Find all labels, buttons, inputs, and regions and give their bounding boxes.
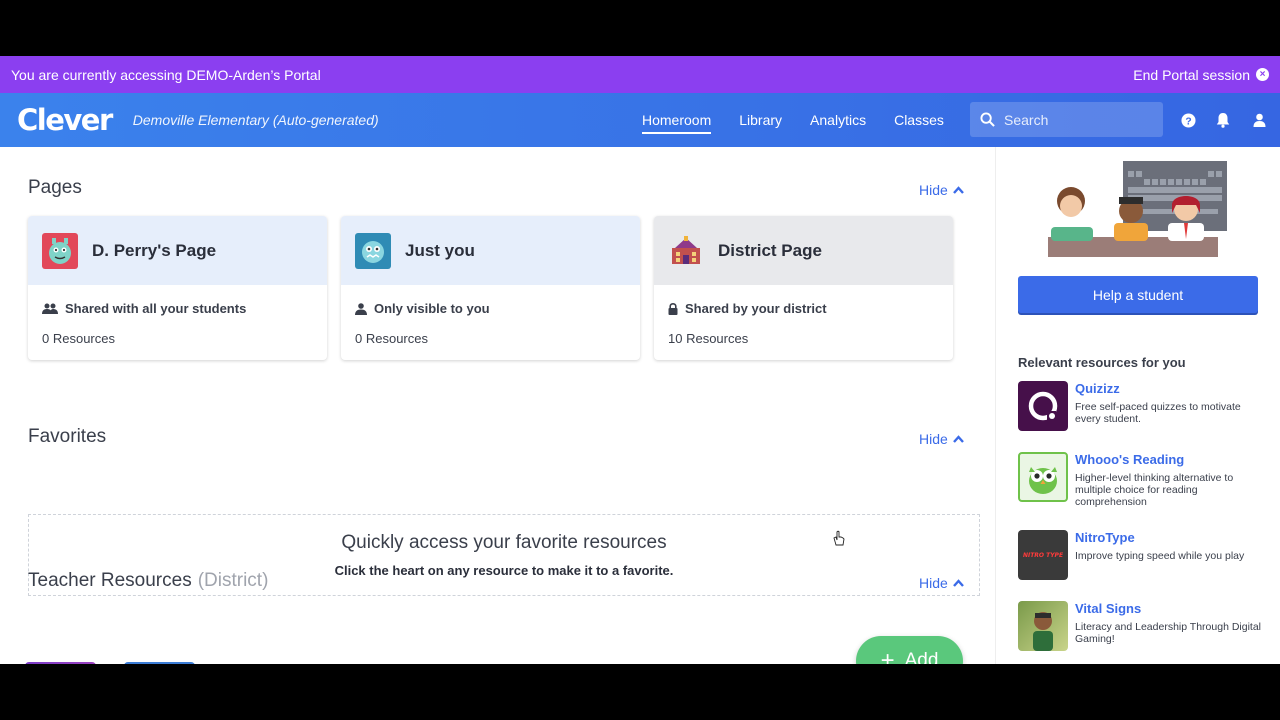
page-card-title: D. Perry's Page (92, 240, 217, 260)
clever-logo[interactable]: Clever (17, 103, 113, 137)
page-card-resources: 0 Resources (355, 331, 428, 346)
page-card-d-perry[interactable]: D. Perry's Page Shared with all your stu… (28, 216, 327, 360)
mouse-cursor-icon (833, 530, 845, 546)
end-portal-session-button[interactable]: End Portal session × (1133, 67, 1269, 83)
quizizz-logo-icon (1018, 381, 1068, 431)
search-icon (980, 112, 995, 127)
favorites-title: Favorites (28, 426, 107, 447)
page-card-just-you[interactable]: Just you Only visible to you 0 Resources (341, 216, 640, 360)
nitrotype-logo-icon: NITRO TYPE (1018, 530, 1068, 580)
monster-avatar-icon (42, 232, 78, 269)
top-navbar: Clever Demoville Elementary (Auto-genera… (0, 93, 1280, 147)
page-card-header: Just you (341, 216, 640, 285)
resource-description: Higher-level thinking alternative to mul… (1075, 472, 1234, 508)
resource-name: Quizizz (1075, 381, 1120, 396)
plus-icon: + (880, 647, 895, 665)
portal-message: You are currently accessing DEMO-Arden’s… (11, 66, 321, 83)
page-card-title: Just you (405, 240, 475, 260)
page-card-resources: 10 Resources (668, 331, 749, 346)
person-icon (355, 302, 367, 315)
hide-label: Hide (919, 431, 948, 447)
search-input[interactable]: Search (970, 102, 1163, 137)
teacher-resource-tile[interactable] (124, 662, 195, 664)
add-button[interactable]: + Add (856, 636, 963, 664)
lock-icon (668, 302, 678, 315)
resource-vital-signs[interactable]: Vital Signs Literacy and Leadership Thro… (1018, 601, 1268, 651)
visibility-label: Shared with all your students (65, 301, 247, 316)
resource-description: Improve typing speed while you play (1075, 550, 1245, 562)
resource-description: Literacy and Leadership Through Digital … (1075, 621, 1262, 645)
pages-hide-toggle[interactable]: Hide (919, 182, 964, 198)
app-viewport: You are currently accessing DEMO-Arden’s… (0, 56, 1280, 664)
district-name: Demoville Elementary (Auto-generated) (132, 112, 379, 128)
page-card-header: District Page (654, 216, 953, 285)
main-content: Pages Hide D. Perry's Page Shared with a… (0, 147, 995, 664)
group-icon (42, 303, 58, 314)
page-card-resources: 0 Resources (42, 331, 115, 346)
hide-label: Hide (919, 182, 948, 198)
relevant-resources-title: Relevant resources for you (1018, 355, 1186, 370)
user-icon[interactable] (1249, 110, 1269, 130)
svg-text:?: ? (1185, 116, 1191, 127)
teacher-resources-title: Teacher Resources (District) (28, 570, 268, 592)
resource-whooos-reading[interactable]: Whooo's Reading Higher-level thinking al… (1018, 452, 1268, 508)
nav-link-library[interactable]: Library (739, 93, 782, 147)
pages-title: Pages (28, 177, 82, 198)
monster-avatar-icon (355, 232, 391, 269)
resource-name: Whooo's Reading (1075, 452, 1185, 467)
page-card-title: District Page (718, 240, 822, 260)
school-building-icon (668, 233, 704, 269)
page-card-visibility: Only visible to you (341, 301, 640, 316)
end-portal-session-label: End Portal session (1133, 66, 1250, 83)
page-card-header: D. Perry's Page (28, 216, 327, 285)
page-card-visibility: Shared by your district (654, 301, 953, 316)
search-placeholder: Search (1004, 111, 1049, 128)
chevron-up-icon (952, 186, 964, 194)
resource-name: NitroType (1075, 530, 1135, 545)
add-button-label: Add (904, 650, 939, 664)
page-card-district[interactable]: District Page Shared by your district 10… (654, 216, 953, 360)
visibility-label: Shared by your district (685, 301, 827, 316)
help-illustration (1008, 159, 1268, 269)
help-a-student-button[interactable]: Help a student (1018, 276, 1258, 313)
help-icon[interactable]: ? (1178, 110, 1198, 130)
teacher-resources-hide-toggle[interactable]: Hide (919, 575, 964, 591)
nav-link-homeroom[interactable]: Homeroom (642, 93, 712, 147)
close-icon: × (1256, 68, 1269, 81)
teacher-resource-tile[interactable] (25, 662, 96, 664)
teacher-resources-label: Teacher Resources (28, 570, 192, 591)
bell-icon[interactable] (1213, 110, 1233, 130)
vital-signs-logo-icon (1018, 601, 1068, 651)
resource-nitrotype[interactable]: NITRO TYPE NitroType Improve typing spee… (1018, 530, 1268, 580)
portal-banner: You are currently accessing DEMO-Arden’s… (0, 56, 1280, 93)
page-card-visibility: Shared with all your students (28, 301, 327, 316)
nav-link-classes[interactable]: Classes (894, 93, 944, 147)
resource-name: Vital Signs (1075, 601, 1142, 616)
chevron-up-icon (952, 579, 964, 587)
visibility-label: Only visible to you (374, 301, 490, 316)
nav-links: Homeroom Library Analytics Classes (628, 93, 958, 147)
nav-link-analytics[interactable]: Analytics (810, 93, 866, 147)
hide-label: Hide (919, 575, 948, 591)
teacher-resources-subtitle: (District) (197, 570, 269, 591)
chevron-up-icon (952, 435, 964, 443)
resource-description: Free self-paced quizzes to motivate ever… (1075, 401, 1241, 425)
owl-logo-icon (1018, 452, 1068, 502)
resource-quizizz[interactable]: Quizizz Free self-paced quizzes to motiv… (1018, 381, 1268, 431)
right-sidebar: Help a student Relevant resources for yo… (995, 147, 1280, 664)
favorites-hide-toggle[interactable]: Hide (919, 431, 964, 447)
